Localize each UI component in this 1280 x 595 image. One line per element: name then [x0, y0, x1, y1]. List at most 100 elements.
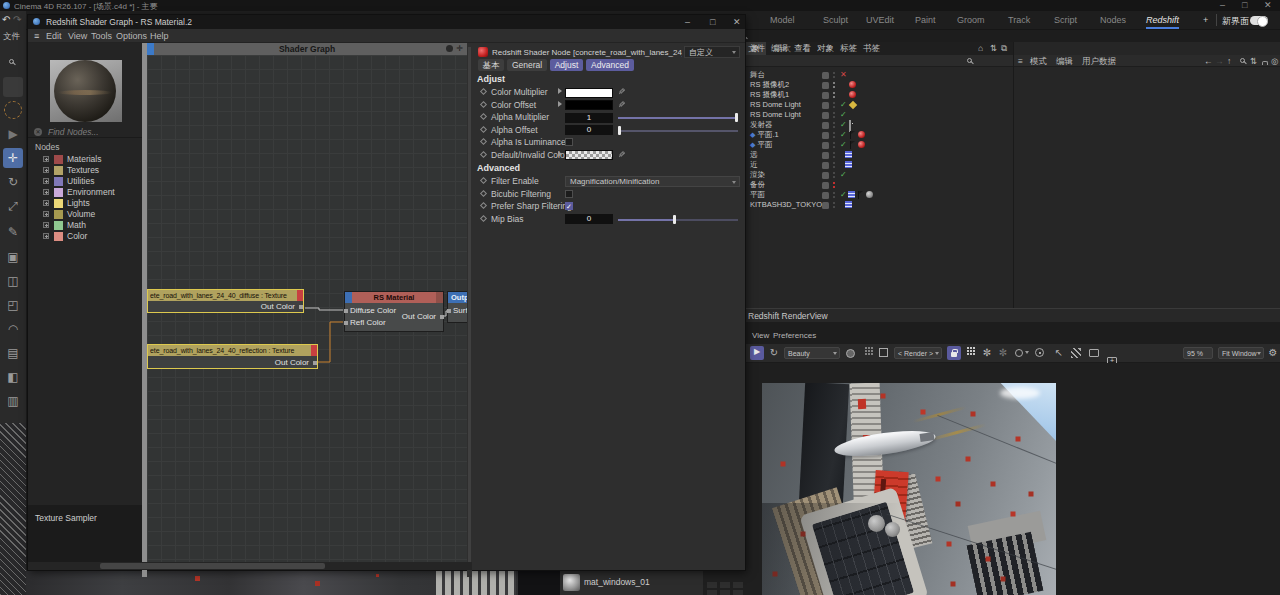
tab-model[interactable]: Model — [770, 15, 795, 25]
material-tag-icon[interactable] — [858, 131, 865, 138]
visibility-toggle[interactable] — [822, 122, 829, 129]
burger-menu-icon[interactable]: ≡ — [34, 31, 39, 41]
key-diamond-icon[interactable] — [480, 150, 487, 157]
key-diamond-icon[interactable] — [480, 189, 487, 196]
tab-advanced[interactable]: Advanced — [586, 59, 634, 71]
expand-icon[interactable] — [43, 189, 49, 195]
mip-bias-value[interactable]: 0 — [565, 214, 613, 224]
om-home-icon[interactable]: ⌂ — [978, 43, 983, 53]
slider-thumb[interactable] — [735, 113, 738, 122]
rv-image-icon[interactable] — [1089, 349, 1099, 357]
mip-bias-slider-rest[interactable] — [675, 219, 738, 221]
object-row[interactable]: ◆ 平面.1✓ — [745, 130, 1011, 140]
rv-menu-preferences[interactable]: Preferences — [773, 331, 816, 340]
visibility-toggle[interactable] — [822, 182, 829, 189]
scale-tool-icon[interactable]: ⤢ — [3, 196, 23, 216]
undo-icon[interactable]: ↶ — [2, 14, 10, 25]
close-button[interactable]: ✕ — [1264, 0, 1272, 10]
pen-tool-icon[interactable]: ✎ — [3, 222, 23, 242]
expand-icon[interactable] — [43, 156, 49, 162]
light-tag-icon[interactable] — [849, 101, 857, 109]
ap-burger-icon[interactable]: ≡ — [1018, 56, 1023, 66]
prefer-sharp-filtering-checkbox[interactable]: ✓ — [565, 202, 573, 210]
enabled-check-icon[interactable]: ✓ — [840, 190, 847, 200]
category-textures[interactable]: Textures — [28, 165, 142, 176]
om-filter-icon[interactable]: ⇅ — [990, 43, 997, 53]
alpha-multiplier-slider[interactable] — [618, 117, 738, 119]
file-menu[interactable]: 文件 — [3, 31, 20, 43]
redshift-camera-tag-icon[interactable] — [849, 81, 856, 88]
redshift-camera-tag-icon[interactable] — [849, 91, 856, 98]
key-diamond-icon[interactable] — [480, 202, 487, 209]
visibility-toggle[interactable] — [822, 202, 829, 209]
visibility-toggle[interactable] — [822, 82, 829, 89]
object-row[interactable]: 发射器✓ — [745, 120, 1011, 130]
visibility-toggle[interactable] — [822, 162, 829, 169]
autokey-icon[interactable] — [4, 101, 22, 119]
tab-adjust[interactable]: Adjust — [550, 59, 583, 71]
rv-fit-dropdown[interactable]: Fit Window — [1218, 347, 1264, 359]
category-lights[interactable]: Lights — [28, 198, 142, 209]
object-row[interactable]: RS Dome Light✓ — [745, 110, 1011, 120]
out-color-port[interactable] — [440, 315, 444, 319]
clear-search-icon[interactable]: ✕ — [34, 128, 42, 136]
alpha-offset-slider[interactable] — [618, 130, 738, 132]
menu-tools[interactable]: Tools — [91, 31, 112, 41]
enabled-check-icon[interactable]: ✓ — [840, 120, 847, 130]
filter-enable-dropdown[interactable]: Magnification/Minification — [565, 176, 740, 187]
alpha-multiplier-value[interactable]: 1 — [565, 113, 613, 123]
expand-icon[interactable] — [43, 200, 49, 206]
rv-diagnostics-icon[interactable] — [1071, 348, 1081, 358]
mograph-tool-icon[interactable]: ◧ — [3, 367, 23, 387]
slider-thumb[interactable] — [673, 215, 676, 224]
visibility-toggle[interactable] — [822, 102, 829, 109]
object-row[interactable]: 渲染✓ — [745, 170, 1011, 180]
om-menu-edit[interactable]: 编辑 — [771, 43, 788, 55]
om-menu-object[interactable]: 对象 — [817, 43, 834, 55]
compositing-tag-icon[interactable] — [845, 151, 852, 158]
node-diffuse-texture[interactable]: ete_road_with_lanes_24_40_diffuse : Text… — [147, 289, 304, 313]
material-tag-icon[interactable] — [866, 191, 873, 198]
canvas-pin-icon[interactable]: ✛ — [456, 44, 463, 53]
object-row[interactable]: 远 — [745, 150, 1011, 160]
menu-view[interactable]: View — [68, 31, 87, 41]
om-menu-file[interactable]: 文件 — [748, 43, 765, 55]
rv-picker-icon[interactable]: ↖ — [1053, 346, 1065, 360]
rv-start-ipr-button[interactable]: ▶ — [750, 346, 764, 360]
window-titlebar[interactable]: Redshift Shader Graph - RS Material.2 – … — [28, 15, 745, 29]
color-swatch-black[interactable] — [565, 100, 613, 110]
object-row[interactable]: 备份 — [745, 180, 1011, 190]
color-swatch-white[interactable] — [565, 88, 613, 98]
ap-forward-icon[interactable]: → — [1215, 56, 1224, 66]
category-materials[interactable]: Materials — [28, 154, 142, 165]
rv-render-nav-dropdown[interactable]: < Render > — [894, 347, 942, 359]
rv-bucket-icon[interactable] — [967, 350, 969, 352]
color-swatch-alpha[interactable] — [565, 150, 613, 160]
win-minimize-button[interactable]: – — [685, 17, 690, 27]
expand-icon[interactable] — [43, 178, 49, 184]
enabled-check-icon[interactable]: ✓ — [840, 130, 847, 140]
search-tool-icon[interactable] — [3, 53, 23, 73]
eyedropper-icon[interactable]: ✎ — [618, 87, 626, 97]
sphere-tool-icon[interactable]: ◫ — [3, 271, 23, 291]
canvas-gear-icon[interactable] — [446, 45, 453, 52]
tab-nodes[interactable]: Nodes — [1100, 15, 1126, 25]
rv-lock-button[interactable] — [947, 346, 961, 360]
volume-tool-icon[interactable]: ▥ — [3, 391, 23, 411]
object-row[interactable]: RS Dome Light✓ — [745, 100, 1011, 110]
visibility-toggle[interactable] — [822, 132, 829, 139]
key-diamond-icon[interactable] — [480, 100, 487, 107]
tab-sculpt[interactable]: Sculpt — [823, 15, 848, 25]
minimize-button[interactable]: – — [1220, 0, 1225, 10]
compositing-tag-icon[interactable] — [845, 161, 852, 168]
node-rs-material[interactable]: RS Material Diffuse Color Refl Color Out… — [344, 291, 444, 332]
object-row[interactable]: 平面✓ — [745, 190, 1011, 200]
ap-menu-mode[interactable]: 模式 — [1030, 56, 1047, 68]
ap-menu-edit[interactable]: 编辑 — [1056, 56, 1073, 68]
menu-edit[interactable]: Edit — [46, 31, 62, 41]
shader-graph-canvas[interactable]: ete_road_with_lanes_24_40_diffuse : Text… — [147, 43, 467, 570]
rv-focus-icon[interactable] — [1035, 348, 1044, 357]
category-utilities[interactable]: Utilities — [28, 176, 142, 187]
bend-tool-icon[interactable]: ◰ — [3, 295, 23, 315]
category-volume[interactable]: Volume — [28, 209, 142, 220]
